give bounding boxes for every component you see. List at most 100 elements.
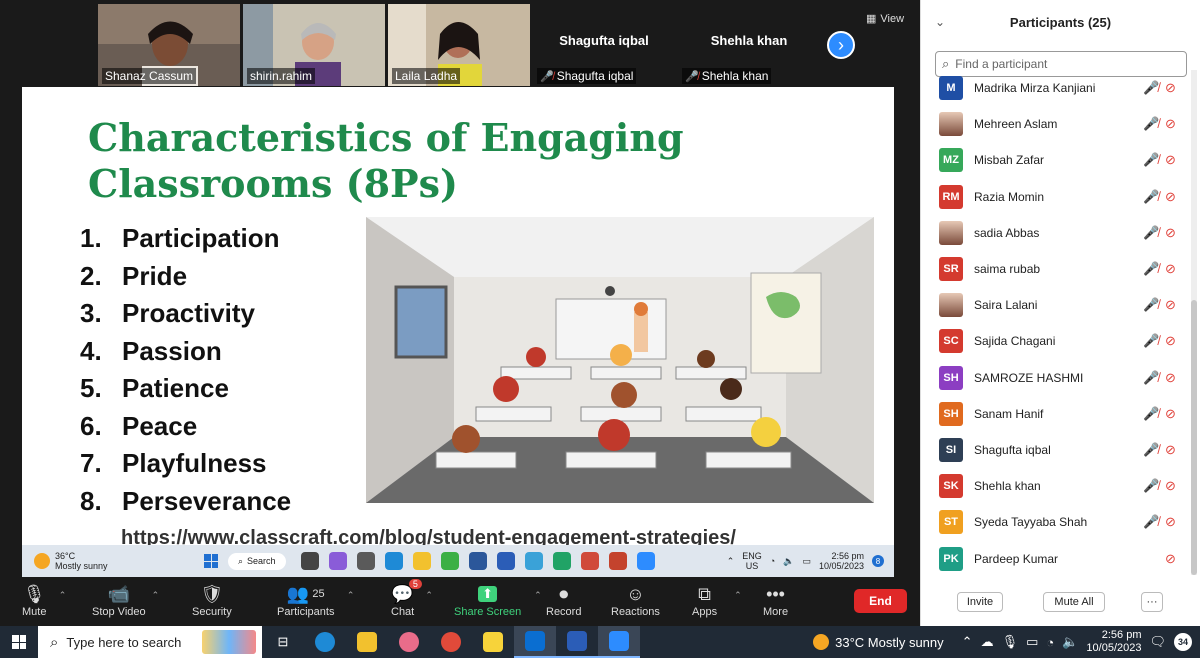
video-off-icon[interactable]: ⊘ <box>1165 80 1176 96</box>
video-tile-active-speaker[interactable]: shirin.rahim <box>243 4 385 86</box>
file-explorer-app[interactable] <box>346 626 388 658</box>
video-strip: Shanaz Cassum shirin.rahim Laila Ladha S… <box>98 4 820 86</box>
battery-icon[interactable]: ▭ <box>1026 634 1038 650</box>
muted-mic-icon[interactable]: 🎤̸ <box>1143 442 1159 458</box>
muted-mic-icon[interactable]: 🎤̸ <box>1143 261 1159 277</box>
video-tile-no-video[interactable]: Shagufta iqbal 🎤̸ Shagufta iqbal <box>533 4 675 86</box>
apps-button[interactable]: ⧉ ⌃ Apps <box>692 582 742 619</box>
video-off-icon[interactable]: ⊘ <box>1165 116 1176 132</box>
participant-row[interactable]: MZ Misbah Zafar 🎤̸ ⊘ <box>921 142 1191 178</box>
chrome-app[interactable] <box>430 626 472 658</box>
participant-row[interactable]: SI Shagufta iqbal 🎤̸ ⊘ <box>921 432 1191 468</box>
muted-mic-icon[interactable]: 🎤̸ <box>1143 333 1159 349</box>
mute-all-button[interactable]: Mute All <box>1043 592 1105 612</box>
video-off-icon[interactable]: ⊘ <box>1165 261 1176 277</box>
zoom-app[interactable] <box>598 626 640 658</box>
participant-row[interactable]: SK Shehla khan 🎤̸ ⊘ <box>921 468 1191 504</box>
video-off-icon[interactable]: ⊘ <box>1165 189 1176 205</box>
chevron-up-icon[interactable]: ⌃ <box>425 590 433 601</box>
participant-row[interactable]: SH SAMROZE HASHMI 🎤̸ ⊘ <box>921 360 1191 396</box>
security-button[interactable]: 🛡 Security <box>192 582 232 619</box>
video-off-icon[interactable]: ⊘ <box>1165 297 1176 313</box>
list-item: 8. Perseverance <box>80 485 292 516</box>
tray-chevron-icon[interactable]: ⌃ <box>962 634 973 650</box>
notification-count-badge[interactable]: 34 <box>1174 633 1192 651</box>
chevron-up-icon[interactable]: ⌃ <box>534 590 542 601</box>
start-button[interactable] <box>0 626 38 658</box>
muted-mic-icon[interactable]: 🎤̸ <box>1143 189 1159 205</box>
muted-mic-icon[interactable]: 🎤̸ <box>1143 225 1159 241</box>
video-off-icon[interactable]: ⊘ <box>1165 551 1176 567</box>
participant-search-input[interactable] <box>955 57 1156 71</box>
video-off-icon[interactable]: ⊘ <box>1165 514 1176 530</box>
muted-mic-icon[interactable]: 🎤̸ <box>1143 152 1159 168</box>
edge-icon <box>315 632 335 652</box>
muted-mic-icon[interactable]: 🎤̸ <box>1143 80 1159 96</box>
participant-display-name: Shehla khan <box>710 32 788 48</box>
participant-row[interactable]: Saira Lalani 🎤̸ ⊘ <box>921 287 1191 323</box>
video-tile-no-video[interactable]: Shehla khan 🎤̸ Shehla khan <box>678 4 820 86</box>
chevron-down-icon[interactable]: ⌄ <box>935 15 945 29</box>
more-button[interactable]: ••• More <box>763 582 788 619</box>
share-screen-button[interactable]: ⬆ ⌃ Share Screen <box>454 582 542 618</box>
panel-header: ⌄ Participants (25) <box>921 0 1200 44</box>
muted-mic-icon[interactable]: 🎤̸ <box>1143 478 1159 494</box>
video-off-icon[interactable]: ⊘ <box>1165 370 1176 386</box>
edge-app[interactable] <box>304 626 346 658</box>
taskbar-search-box[interactable]: ⌕ Type here to search <box>38 626 262 658</box>
participant-row[interactable]: ST Syeda Tayyaba Shah 🎤̸ ⊘ <box>921 504 1191 540</box>
wifi-icon[interactable]: ◔ <box>1046 635 1054 650</box>
panel-scrollbar-thumb[interactable] <box>1191 300 1197 575</box>
task-view-button[interactable]: ⊟ <box>262 626 304 658</box>
participant-row[interactable]: SR saima rubab 🎤̸ ⊘ <box>921 251 1191 287</box>
notification-icon[interactable]: 🗨 <box>1149 634 1166 650</box>
microphone-icon[interactable]: 🎙 <box>1002 634 1019 650</box>
stop-video-button[interactable]: 📹 ⌃ Stop Video <box>92 582 159 619</box>
participant-row[interactable]: SH Sanam Hanif 🎤̸ ⊘ <box>921 396 1191 432</box>
next-page-button[interactable]: › <box>827 31 855 59</box>
participant-row[interactable]: RM Razia Momin 🎤̸ ⊘ <box>921 179 1191 215</box>
video-tile[interactable]: Shanaz Cassum <box>98 4 240 86</box>
chevron-up-icon[interactable]: ⌃ <box>734 590 742 601</box>
video-off-icon[interactable]: ⊘ <box>1165 152 1176 168</box>
record-icon: ⏺ <box>559 583 569 604</box>
speaker-icon[interactable]: 🔈 <box>1062 634 1078 650</box>
muted-mic-icon[interactable]: 🎤̸ <box>1143 406 1159 422</box>
muted-mic-icon[interactable]: 🎤̸ <box>1143 514 1159 530</box>
chevron-up-icon[interactable]: ⌃ <box>59 590 67 601</box>
muted-mic-icon[interactable]: 🎤̸ <box>1143 116 1159 132</box>
sticky-notes-app[interactable] <box>472 626 514 658</box>
participants-button[interactable]: 👥 25 ⌃ Participants <box>277 582 354 619</box>
mute-button[interactable]: 🎙 ⌃ Mute <box>22 582 66 619</box>
participant-row[interactable]: SC Sajida Chagani 🎤̸ ⊘ <box>921 323 1191 359</box>
onedrive-icon[interactable]: ☁ <box>981 634 994 650</box>
weather-widget[interactable]: 33°C Mostly sunny <box>813 634 944 650</box>
muted-mic-icon[interactable]: 🎤̸ <box>1143 297 1159 313</box>
chat-button[interactable]: 💬 5 ⌃ Chat <box>391 579 433 618</box>
participant-row[interactable]: M Madrika Mirza Kanjiani 🎤̸ ⊘ <box>921 70 1191 106</box>
edge-icon <box>384 552 403 570</box>
paint-app[interactable] <box>388 626 430 658</box>
taskbar-clock[interactable]: 2:56 pm 10/05/2023 <box>1086 629 1141 655</box>
video-off-icon[interactable]: ⊘ <box>1165 333 1176 349</box>
more-options-button[interactable]: ··· <box>1141 592 1163 612</box>
view-button[interactable]: ▦ View <box>866 12 904 26</box>
muted-mic-icon[interactable]: 🎤̸ <box>1143 370 1159 386</box>
end-meeting-button[interactable]: End <box>854 589 907 613</box>
reactions-button[interactable]: ☺ Reactions <box>611 582 660 619</box>
outlook-app[interactable] <box>514 626 556 658</box>
video-off-icon[interactable]: ⊘ <box>1165 442 1176 458</box>
participant-row[interactable]: PK Pardeep Kumar ⊘ <box>921 540 1191 576</box>
invite-button[interactable]: Invite <box>957 592 1003 612</box>
chevron-up-icon[interactable]: ⌃ <box>152 590 160 601</box>
record-button[interactable]: ⏺ Record <box>546 582 581 619</box>
word-app[interactable] <box>556 626 598 658</box>
video-off-icon[interactable]: ⊘ <box>1165 478 1176 494</box>
list-item: 4. Passion <box>80 335 222 366</box>
video-off-icon[interactable]: ⊘ <box>1165 225 1176 241</box>
participant-row[interactable]: sadia Abbas 🎤̸ ⊘ <box>921 215 1191 251</box>
participant-row[interactable]: Mehreen Aslam 🎤̸ ⊘ <box>921 106 1191 142</box>
video-off-icon[interactable]: ⊘ <box>1165 406 1176 422</box>
video-tile[interactable]: Laila Ladha <box>388 4 530 86</box>
chevron-up-icon[interactable]: ⌃ <box>347 590 355 601</box>
